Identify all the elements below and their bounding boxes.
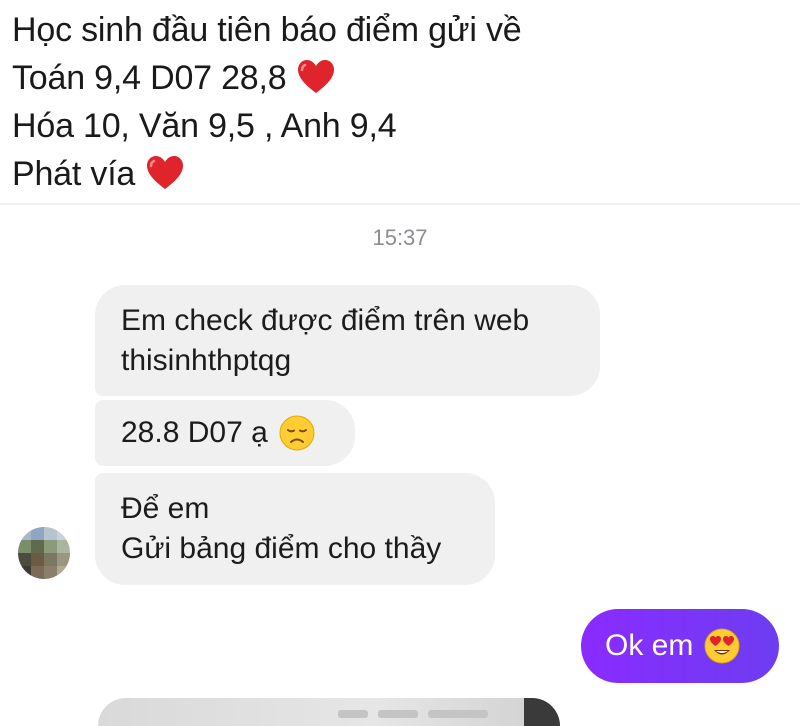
message-text: thisinhthptqg bbox=[121, 343, 292, 377]
image-edge bbox=[524, 698, 560, 726]
received-message[interactable]: Để em Gửi bảng điểm cho thầy bbox=[95, 473, 495, 585]
blurred-content bbox=[338, 710, 368, 718]
message-text: Để em bbox=[121, 492, 210, 525]
sender-avatar[interactable] bbox=[18, 527, 70, 579]
caption-text: Toán 9,4 D07 28,8 bbox=[12, 59, 287, 97]
caption-line: Học sinh đầu tiên báo điểm gửi về bbox=[12, 6, 792, 54]
message-text: Em check được điểm trên web bbox=[121, 303, 530, 337]
image-attachment[interactable] bbox=[98, 698, 560, 726]
received-message[interactable]: Em check được điểm trên web thisinhthptq… bbox=[95, 285, 600, 396]
red-heart-icon bbox=[296, 58, 336, 98]
message-text: 28.8 D07 ạ bbox=[121, 416, 268, 449]
caption-text: Học sinh đầu tiên báo điểm gửi về bbox=[12, 11, 522, 49]
caption-line: Phát vía bbox=[12, 150, 792, 198]
caption-text: Phát vía bbox=[12, 155, 136, 193]
message-timestamp: 15:37 bbox=[372, 225, 428, 250]
blurred-content bbox=[378, 710, 418, 718]
received-message[interactable]: 28.8 D07 ạ bbox=[95, 400, 355, 466]
screenshot: Học sinh đầu tiên báo điểm gửi về Toán 9… bbox=[0, 0, 800, 726]
caption-text: Hóa 10, Văn 9,5 , Anh 9,4 bbox=[12, 107, 397, 145]
post-caption: Học sinh đầu tiên báo điểm gửi về Toán 9… bbox=[12, 6, 792, 198]
heart-eyes-face-icon bbox=[703, 627, 741, 665]
caption-line: Toán 9,4 D07 28,8 bbox=[12, 54, 792, 102]
red-heart-icon bbox=[145, 154, 185, 194]
caption-line: Hóa 10, Văn 9,5 , Anh 9,4 bbox=[12, 102, 792, 150]
disappointed-face-icon bbox=[278, 414, 316, 452]
message-text: Ok em bbox=[605, 629, 694, 662]
blurred-content bbox=[428, 710, 488, 718]
sent-message[interactable]: Ok em bbox=[581, 609, 779, 683]
message-text: Gửi bảng điểm cho thầy bbox=[121, 532, 442, 565]
chat-thread[interactable]: 15:37 Em check được điểm trên web thisin… bbox=[0, 205, 800, 726]
